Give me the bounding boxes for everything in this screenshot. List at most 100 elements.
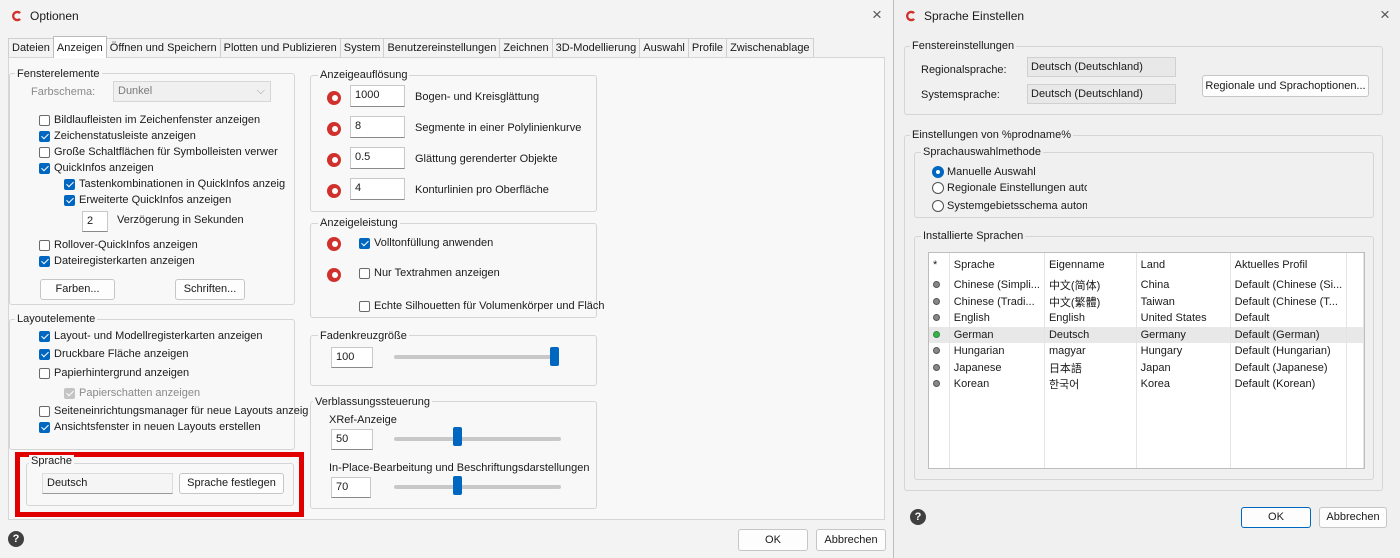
cell-land: Taiwan [1136, 293, 1231, 310]
empty-cell [1136, 442, 1231, 459]
drawing-setting-icon [327, 91, 341, 105]
tab-plotten-und-publizieren[interactable]: Plotten und Publizieren [219, 38, 341, 58]
table-row[interactable]: Chinese (Simpli... 中文(简体) China Default (Ch… [929, 277, 1364, 294]
checkbox-label: Zeichenstatusleiste anzeigen [54, 130, 196, 142]
tab-auswahl[interactable]: Auswahl [639, 38, 689, 58]
help-icon[interactable]: ? [910, 509, 926, 525]
cell-land: Hungary [1136, 343, 1231, 360]
app-logo-icon [906, 10, 915, 22]
sprache-festlegen-button[interactable]: Sprache festlegen [179, 473, 284, 494]
checkbox-label: Dateiregisterkarten anzeigen [54, 255, 195, 267]
empty-cell [1346, 458, 1364, 468]
inplace-slider-track[interactable] [394, 485, 561, 489]
languages-table-container[interactable]: * Sprache Eigenname Land Aktuelles Profil Ch… [928, 252, 1365, 469]
radio-button[interactable] [932, 200, 944, 212]
column-header-aktuelles-profil[interactable]: Aktuelles Profil [1230, 253, 1348, 277]
status-dot-icon [933, 380, 940, 388]
xref-slider-track[interactable] [394, 437, 561, 441]
checkbox[interactable] [359, 268, 370, 279]
radio-button[interactable] [932, 182, 944, 194]
inplace-slider-thumb[interactable] [453, 476, 463, 495]
cell-spacer [1346, 359, 1364, 376]
regional-options-button[interactable]: Regionale und Sprachoptionen... [1202, 75, 1369, 97]
checkbox[interactable] [64, 195, 75, 206]
status-dot-icon [933, 281, 940, 289]
fadenkreuz-slider-track[interactable] [394, 355, 559, 359]
tab-profile[interactable]: Profile [687, 38, 728, 58]
resolution-label: Konturlinien pro Oberfläche [415, 184, 549, 196]
farbschema-dropdown[interactable]: Dunkel ⌵ [113, 81, 271, 102]
table-row[interactable]: Korean 한국어 Korea Default (Korean) [929, 376, 1364, 393]
tab-system[interactable]: System [339, 38, 385, 58]
column-header-sprache[interactable]: Sprache [949, 253, 1045, 277]
inplace-label: In-Place-Bearbeitung und Beschriftungsda… [329, 462, 590, 474]
checkbox[interactable] [39, 331, 50, 342]
column-header-land[interactable]: Land [1136, 253, 1231, 277]
languages-table: * Sprache Eigenname Land Aktuelles Profil Ch… [929, 253, 1364, 468]
tab-3d-modellierung[interactable]: 3D-Modellierung [551, 38, 641, 58]
delay-input[interactable]: 2 [82, 211, 108, 232]
empty-cell [929, 458, 950, 468]
column-header-spacer [1346, 253, 1364, 277]
table-row[interactable]: Hungarian magyar Hungary Default (Hungarian… [929, 343, 1364, 360]
table-row[interactable]: Japanese 日本語 Japan Default (Japanese) [929, 359, 1364, 376]
checkbox[interactable] [64, 388, 75, 399]
table-row[interactable]: German Deutsch Germany Default (German) [929, 326, 1364, 343]
cell-land: Germany [1136, 326, 1231, 343]
tab-benutzereinstellungen[interactable]: Benutzereinstellungen [383, 38, 501, 58]
resolution-input[interactable]: 0.5 [350, 147, 405, 169]
group-title-sprache: Sprache [29, 455, 74, 467]
checkbox[interactable] [39, 147, 50, 158]
checkbox[interactable] [359, 301, 370, 312]
checkbox[interactable] [39, 163, 50, 174]
schriften-button[interactable]: Schriften... [175, 279, 245, 300]
tab-anzeigen[interactable]: Anzeigen [52, 36, 107, 58]
close-icon[interactable]: × [872, 6, 882, 23]
resolution-input[interactable]: 8 [350, 116, 405, 138]
xref-slider-thumb[interactable] [453, 427, 463, 446]
column-header-eigenname[interactable]: Eigenname [1044, 253, 1137, 277]
system-value: Deutsch (Deutschland) [1027, 84, 1176, 104]
xref-input[interactable]: 50 [331, 429, 373, 450]
resolution-label: Segmente in einer Polylinienkurve [415, 122, 582, 134]
cell-profil: Default (Chinese (Si... [1230, 277, 1348, 294]
tab-dateien[interactable]: Dateien [8, 38, 54, 58]
fadenkreuz-slider-thumb[interactable] [550, 347, 559, 366]
farben-button[interactable]: Farben... [40, 279, 115, 300]
status-cell [929, 293, 950, 310]
empty-cell [929, 392, 950, 409]
tab-öffnen-und-speichern[interactable]: Öffnen und Speichern [105, 38, 221, 58]
fadenkreuz-input[interactable]: 100 [331, 347, 373, 368]
radio-button[interactable] [932, 166, 944, 178]
ok-button[interactable]: OK [738, 529, 808, 551]
checkbox[interactable] [39, 368, 50, 379]
table-row[interactable]: English English United States Default [929, 310, 1364, 327]
close-icon[interactable]: × [1380, 6, 1390, 23]
empty-cell [1136, 409, 1231, 426]
tab-zwischenablage[interactable]: Zwischenablage [726, 38, 814, 58]
checkbox[interactable] [39, 256, 50, 267]
ok-button[interactable]: OK [1241, 507, 1311, 528]
empty-cell [949, 392, 1045, 409]
resolution-input[interactable]: 1000 [350, 85, 405, 107]
tab-zeichnen[interactable]: Zeichnen [499, 38, 553, 58]
checkbox[interactable] [39, 422, 50, 433]
checkbox[interactable] [359, 238, 370, 249]
resolution-input[interactable]: 4 [350, 178, 405, 200]
status-cell [929, 277, 950, 294]
checkbox[interactable] [64, 179, 75, 190]
inplace-input[interactable]: 70 [331, 477, 371, 498]
column-header-status[interactable]: * [929, 253, 950, 277]
cancel-button[interactable]: Abbrechen [1319, 507, 1387, 528]
help-icon[interactable]: ? [8, 531, 24, 547]
drawing-setting-icon [327, 153, 341, 167]
checkbox[interactable] [39, 115, 50, 126]
cancel-button[interactable]: Abbrechen [816, 529, 886, 551]
checkbox[interactable] [39, 240, 50, 251]
checkbox[interactable] [39, 349, 50, 360]
checkbox-label: Tastenkombinationen in QuickInfos anzeig [79, 178, 286, 190]
checkbox[interactable] [39, 131, 50, 142]
checkbox[interactable] [39, 406, 50, 417]
language-title: Sprache Einstellen [924, 9, 1025, 23]
table-row[interactable]: Chinese (Tradi... 中文(繁體) Taiwan Default (Ch… [929, 293, 1364, 310]
